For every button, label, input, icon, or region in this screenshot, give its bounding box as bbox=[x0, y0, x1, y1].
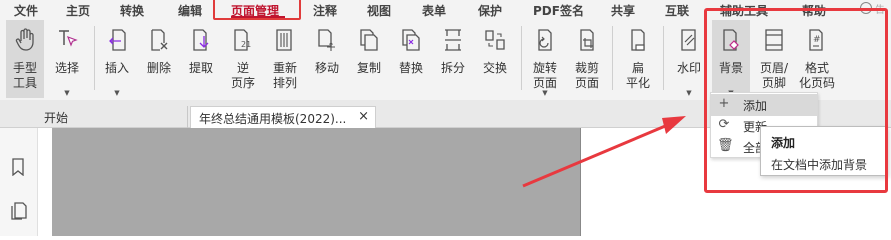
hand-tool-button[interactable]: 手型 工具 bbox=[6, 20, 44, 98]
select-button[interactable]: 选择 ▼ bbox=[48, 20, 86, 98]
rearrange-button[interactable]: 重新 排列 bbox=[266, 20, 304, 98]
rotate-label: 旋转 页面 bbox=[532, 61, 557, 90]
replace-label: 替换 bbox=[398, 61, 423, 75]
select-label: 选择 bbox=[54, 61, 79, 75]
menu-home[interactable]: 主页 bbox=[66, 2, 90, 19]
menu-edit[interactable]: 编辑 bbox=[178, 2, 202, 19]
reverse-order-icon: 21 bbox=[234, 29, 251, 51]
document-page bbox=[52, 128, 581, 236]
extract-page-icon bbox=[193, 29, 209, 51]
replace-page-button[interactable]: 替换 bbox=[392, 20, 430, 98]
menu-connect[interactable]: 互联 bbox=[665, 2, 689, 19]
menu-convert[interactable]: 转换 bbox=[120, 2, 144, 19]
rotate-page-button[interactable]: 旋转 页面 ▼ bbox=[526, 20, 564, 98]
copy-page-button[interactable]: 复制 bbox=[350, 20, 388, 98]
annotation-arrow-icon bbox=[522, 116, 686, 188]
flatten-button[interactable]: 扁 平化 bbox=[619, 20, 657, 98]
annotation-highlight-box bbox=[704, 8, 888, 193]
move-page-button[interactable]: 移动 bbox=[308, 20, 346, 98]
swap-button[interactable]: 交换 bbox=[476, 20, 514, 98]
tab-start[interactable]: 开始 bbox=[36, 106, 188, 128]
menu-form[interactable]: 表单 bbox=[422, 2, 446, 19]
chevron-down-icon: ▼ bbox=[686, 89, 692, 97]
insert-page-icon bbox=[109, 29, 126, 51]
toolbar-divider bbox=[94, 26, 95, 90]
hand-icon bbox=[15, 28, 34, 51]
tab-document[interactable]: 年终总结通用模板(2022)... × bbox=[190, 106, 376, 128]
flatten-icon bbox=[631, 29, 645, 51]
reverse-label: 逆 页序 bbox=[230, 61, 255, 90]
reverse-order-button[interactable]: 21 逆 页序 bbox=[224, 20, 262, 98]
crop-page-icon bbox=[580, 29, 594, 51]
bookmark-icon[interactable] bbox=[11, 158, 25, 176]
swap-icon bbox=[485, 30, 505, 50]
split-label: 拆分 bbox=[440, 61, 465, 75]
extract-label: 提取 bbox=[188, 61, 213, 75]
move-page-icon bbox=[318, 29, 335, 51]
crop-page-button[interactable]: 裁剪 页面 bbox=[568, 20, 606, 98]
insert-page-button[interactable]: 插入 ▼ bbox=[98, 20, 136, 98]
rotate-page-icon bbox=[538, 29, 552, 51]
menu-file[interactable]: 文件 bbox=[14, 2, 38, 19]
tab-document-label: 年终总结通用模板(2022)... bbox=[199, 112, 347, 126]
close-icon[interactable]: × bbox=[358, 109, 369, 124]
text-select-icon bbox=[59, 30, 78, 47]
split-icon bbox=[445, 29, 461, 51]
delete-page-icon bbox=[151, 29, 168, 51]
watermark-label: 水印 bbox=[676, 61, 701, 75]
pages-thumbnail-icon[interactable] bbox=[11, 202, 27, 220]
svg-text:21: 21 bbox=[241, 40, 251, 49]
menu-view[interactable]: 视图 bbox=[367, 2, 391, 19]
split-button[interactable]: 拆分 bbox=[434, 20, 472, 98]
copy-label: 复制 bbox=[356, 61, 381, 75]
hand-tool-label: 手型 工具 bbox=[12, 61, 37, 90]
active-menu-underline bbox=[231, 16, 285, 18]
menu-pdf-sign[interactable]: PDF签名 bbox=[533, 2, 584, 19]
flatten-label: 扁 平化 bbox=[625, 61, 650, 90]
watermark-icon bbox=[681, 29, 696, 51]
chevron-down-icon: ▼ bbox=[64, 89, 70, 97]
toolbar-divider bbox=[612, 26, 613, 90]
extract-page-button[interactable]: 提取 bbox=[182, 20, 220, 98]
menu-share[interactable]: 共享 bbox=[611, 2, 635, 19]
toolbar-divider bbox=[521, 26, 522, 90]
move-label: 移动 bbox=[314, 61, 339, 75]
toolbar-divider bbox=[663, 26, 664, 90]
chevron-down-icon: ▼ bbox=[114, 89, 120, 97]
delete-page-button[interactable]: 删除 bbox=[140, 20, 178, 98]
tab-start-label: 开始 bbox=[44, 111, 69, 125]
watermark-button[interactable]: 水印 ▼ bbox=[670, 20, 708, 98]
rearrange-icon bbox=[276, 29, 292, 51]
copy-page-icon bbox=[360, 29, 378, 51]
left-side-panel bbox=[0, 128, 38, 236]
rearrange-label: 重新 排列 bbox=[272, 61, 297, 90]
insert-label: 插入 bbox=[104, 61, 129, 75]
menu-protect[interactable]: 保护 bbox=[478, 2, 502, 19]
swap-label: 交换 bbox=[482, 61, 507, 75]
delete-label: 删除 bbox=[146, 61, 171, 75]
crop-label: 裁剪 页面 bbox=[574, 61, 599, 90]
menu-annotate[interactable]: 注释 bbox=[313, 2, 337, 19]
replace-page-icon bbox=[402, 29, 420, 51]
chevron-down-icon: ▼ bbox=[542, 89, 548, 97]
